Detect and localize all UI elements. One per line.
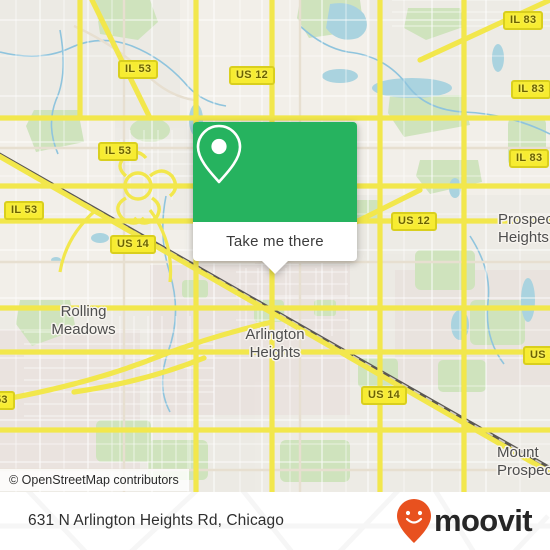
moovit-smiley-pin-icon — [396, 499, 431, 543]
moovit-wordmark: moovit — [433, 503, 533, 538]
road-shield-us-14-west: US 14 — [110, 235, 157, 254]
road-shield-il-83-mid: IL 83 — [511, 80, 550, 99]
footer-bar: 631 N Arlington Heights Rd, Chicago moov… — [0, 492, 550, 550]
road-shield-us-12-north: US 12 — [229, 66, 276, 85]
popup-header — [193, 122, 357, 222]
road-shield-us-12-southeast: US 1 — [523, 346, 550, 365]
osm-attribution-text: © OpenStreetMap contributors — [9, 473, 179, 487]
road-shield-us-14-east: US 14 — [361, 386, 408, 405]
moovit-map-screen: IL 53 US 12 IL 83 IL 83 IL 83 IL 53 IL 5… — [0, 0, 550, 550]
road-shield-il-53-southwest: 53 — [0, 391, 15, 410]
take-me-there-label: Take me there — [226, 233, 324, 250]
road-shield-us-12-east: US 12 — [391, 212, 438, 231]
moovit-logo[interactable]: moovit — [396, 492, 533, 550]
address-label: 631 N Arlington Heights Rd, Chicago — [28, 512, 284, 529]
popup-pointer — [262, 261, 288, 274]
map-pin-icon — [196, 124, 242, 184]
map-canvas[interactable]: IL 53 US 12 IL 83 IL 83 IL 83 IL 53 IL 5… — [0, 0, 550, 492]
take-me-there-button[interactable]: Take me there — [193, 222, 357, 261]
road-shield-il-83-lower: IL 83 — [509, 149, 550, 168]
osm-attribution[interactable]: © OpenStreetMap contributors — [0, 469, 189, 491]
road-shield-il-53-mid: IL 53 — [98, 142, 139, 161]
destination-popup[interactable]: Take me there — [193, 122, 357, 274]
road-shield-il-83-top: IL 83 — [503, 11, 544, 30]
road-shield-il-53-west: IL 53 — [4, 201, 45, 220]
road-shield-il-53-north: IL 53 — [118, 60, 159, 79]
